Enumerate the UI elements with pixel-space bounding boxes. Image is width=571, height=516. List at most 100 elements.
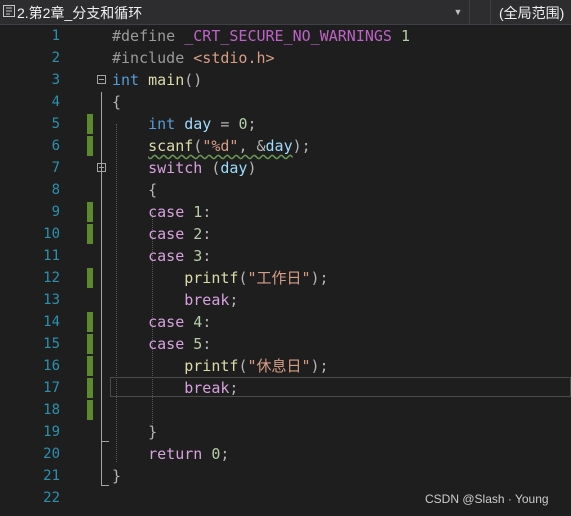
colon: :	[202, 247, 212, 265]
brace: {	[112, 93, 122, 111]
number-literal: 1	[193, 203, 203, 221]
line-number: 9	[51, 204, 60, 220]
brace: {	[148, 181, 158, 199]
navigation-bar: 2.第2章_分支和循环 ▼ (全局范围)	[0, 0, 571, 25]
line-number: 22	[43, 490, 60, 506]
fold-collapse-icon[interactable]	[97, 75, 106, 84]
number-literal: 4	[193, 313, 203, 331]
line-number: 7	[51, 160, 60, 176]
line-code: break;	[112, 377, 238, 399]
line-code: case 5:	[112, 333, 211, 355]
line-number: 3	[51, 72, 60, 88]
warning-squiggle[interactable]: scanf("%d", &day	[148, 137, 293, 155]
include-header: <stdio.h>	[193, 49, 275, 67]
string-literal: "%d"	[202, 137, 239, 155]
dropdown-arrow-icon[interactable]: ▼	[451, 4, 465, 20]
code-line: 6 scanf("%d", &day);	[0, 135, 571, 157]
preprocessor-directive: #include	[112, 49, 185, 67]
semicolon: ;	[229, 379, 239, 397]
file-scope-dropdown[interactable]: 2.第2章_分支和循环 ▼	[0, 0, 470, 24]
line-number: 6	[51, 138, 60, 154]
line-number: 1	[51, 28, 60, 44]
line-code: int day = 0;	[112, 113, 256, 135]
brace: }	[148, 423, 158, 441]
punctuation: );	[310, 269, 329, 287]
type-keyword: int	[148, 115, 176, 133]
code-line: 9 case 1:	[0, 201, 571, 223]
line-code: {	[112, 91, 121, 113]
line-number: 11	[43, 248, 60, 264]
control-keyword: case	[148, 203, 185, 221]
line-code: }	[112, 421, 157, 443]
control-keyword: case	[148, 313, 185, 331]
line-code: }	[112, 465, 121, 487]
preprocessor-directive: #define	[112, 27, 176, 45]
code-line: 12 printf("工作日");	[0, 267, 571, 289]
semicolon: ;	[220, 445, 230, 463]
line-code: #define _CRT_SECURE_NO_WARNINGS 1	[112, 25, 410, 47]
punctuation: );	[310, 357, 329, 375]
code-line: 13 break;	[0, 289, 571, 311]
change-marker	[87, 378, 93, 398]
code-line: 3 int main()	[0, 69, 571, 91]
change-marker	[87, 114, 93, 134]
line-code: printf("休息日");	[112, 355, 329, 377]
code-line: 5 int day = 0;	[0, 113, 571, 135]
number-literal: 3	[193, 247, 203, 265]
macro-value: 1	[401, 27, 411, 45]
global-scope-label: (全局范围)	[499, 5, 565, 21]
line-code: scanf("%d", &day);	[112, 135, 311, 157]
type-keyword: int	[112, 71, 140, 89]
function-call: printf	[184, 269, 239, 287]
variable: day	[184, 115, 212, 133]
line-number: 15	[43, 336, 60, 352]
function-name: main	[148, 71, 185, 89]
line-code: {	[112, 179, 157, 201]
line-number: 21	[43, 468, 60, 484]
fold-collapse-icon[interactable]	[97, 163, 106, 172]
variable: day	[265, 137, 293, 155]
macro-name: _CRT_SECURE_NO_WARNINGS	[184, 27, 392, 45]
colon: :	[202, 313, 212, 331]
change-marker	[87, 312, 93, 332]
change-marker	[87, 136, 93, 156]
code-line: 20 return 0;	[0, 443, 571, 465]
string-literal: "休息日"	[247, 357, 311, 375]
function-call: scanf	[148, 137, 194, 155]
control-keyword: case	[148, 247, 185, 265]
control-keyword: case	[148, 335, 185, 353]
line-code: return 0;	[112, 443, 229, 465]
code-line: 10 case 2:	[0, 223, 571, 245]
file-scope-label: 2.第2章_分支和循环	[17, 5, 143, 21]
line-number: 20	[43, 446, 60, 462]
line-code: switch (day)	[112, 157, 256, 179]
colon: :	[202, 203, 212, 221]
change-marker	[87, 356, 93, 376]
line-number: 10	[43, 226, 60, 242]
code-line: 14 case 4:	[0, 311, 571, 333]
code-line: 15 case 5:	[0, 333, 571, 355]
code-editor[interactable]: 1 #define _CRT_SECURE_NO_WARNINGS 1 2 #i…	[0, 25, 571, 516]
string-literal: "工作日"	[247, 269, 311, 287]
line-code: case 3:	[112, 245, 211, 267]
colon: :	[202, 225, 212, 243]
code-line: 7 switch (day)	[0, 157, 571, 179]
line-number: 14	[43, 314, 60, 330]
line-number: 8	[51, 182, 60, 198]
line-number: 4	[51, 94, 60, 110]
code-line: 1 #define _CRT_SECURE_NO_WARNINGS 1	[0, 25, 571, 47]
line-code: #include <stdio.h>	[112, 47, 275, 69]
change-marker	[87, 202, 93, 222]
function-call: printf	[184, 357, 239, 375]
line-code: int main()	[112, 69, 202, 91]
code-line: 11 case 3:	[0, 245, 571, 267]
code-line: 21 }	[0, 465, 571, 487]
operator: &	[256, 137, 266, 155]
global-scope-dropdown[interactable]: (全局范围)	[490, 0, 571, 24]
change-marker	[87, 268, 93, 288]
line-number: 5	[51, 116, 60, 132]
number-literal: 5	[193, 335, 203, 353]
line-code: break;	[112, 289, 238, 311]
line-number: 17	[43, 380, 60, 396]
code-line: 17 break;	[0, 377, 571, 399]
